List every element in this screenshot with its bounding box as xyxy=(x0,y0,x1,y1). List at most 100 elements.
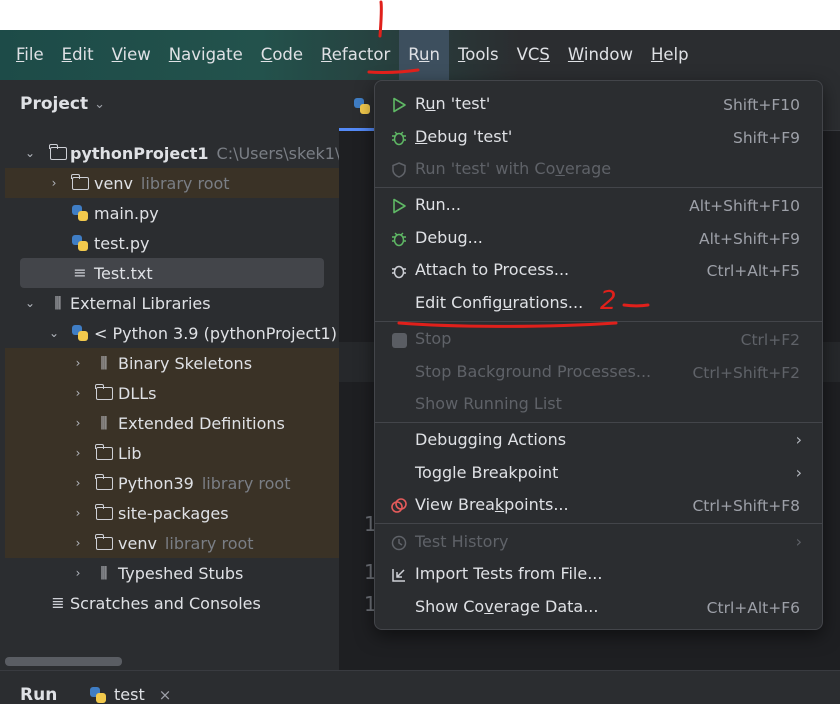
chevron-right-icon[interactable]: › xyxy=(71,566,85,580)
shortcut-label: Ctrl+Shift+F2 xyxy=(692,364,800,382)
menu-help[interactable]: Help xyxy=(642,30,698,80)
menu-edit[interactable]: Edit xyxy=(53,30,103,80)
chevron-right-icon[interactable]: › xyxy=(71,506,85,520)
run-play-icon xyxy=(390,96,408,114)
menu-item-view-breakpoints[interactable]: View Breakpoints... Ctrl+Shift+F8 xyxy=(375,490,822,522)
chevron-right-icon[interactable]: › xyxy=(71,416,85,430)
chevron-right-icon[interactable]: › xyxy=(71,356,85,370)
tree-item-venv[interactable]: › venv library root xyxy=(5,168,339,198)
tree-item-label: Typeshed Stubs xyxy=(118,563,244,583)
horizontal-scrollbar[interactable] xyxy=(5,657,122,666)
menu-item-run-dots[interactable]: Run... Alt+Shift+F10 xyxy=(375,190,822,222)
tree-item-pythonproject1[interactable]: ⌄ pythonProject1 C:\Users\skek1\F xyxy=(5,138,350,168)
tree-item-python39[interactable]: › Python39 library root xyxy=(5,468,339,498)
menu-item-run-with-coverage[interactable]: Run 'test' with Coverage xyxy=(375,154,822,186)
menu-vcs[interactable]: VCS xyxy=(508,30,559,80)
stop-icon xyxy=(390,331,408,349)
chevron-right-icon[interactable]: › xyxy=(71,536,85,550)
tree-item-typeshed-stubs[interactable]: › ⫼ Typeshed Stubs xyxy=(5,558,339,588)
shortcut-label: Alt+Shift+F9 xyxy=(699,230,800,248)
tree-item-label: site-packages xyxy=(118,503,229,523)
menu-item-show-coverage-data[interactable]: Show Coverage Data... Ctrl+Alt+F6 xyxy=(375,592,822,624)
shortcut-label: Ctrl+F2 xyxy=(740,331,800,349)
chevron-right-icon[interactable]: › xyxy=(71,386,85,400)
python-file-icon xyxy=(71,234,89,252)
tree-item-label: Lib xyxy=(118,443,142,463)
menu-item-run-test[interactable]: Run 'test' Shift+F10 xyxy=(375,89,822,121)
menu-window[interactable]: Window xyxy=(559,30,642,80)
tree-item-scratches[interactable]: ≣ Scratches and Consoles xyxy=(5,588,339,618)
library-icon: ⫼ xyxy=(100,564,108,582)
menu-view[interactable]: View xyxy=(103,30,160,80)
run-menu-dropdown: Run 'test' Shift+F10 Debug 'test' Shift+… xyxy=(374,80,823,630)
text-file-icon: ≡ xyxy=(73,263,87,282)
close-icon[interactable]: × xyxy=(159,686,172,704)
tree-item-label: Test.txt xyxy=(94,263,153,283)
menu-item-test-history[interactable]: Test History › xyxy=(375,527,822,559)
expand-arrow-icon[interactable]: ⌄ xyxy=(23,146,37,160)
menu-refactor[interactable]: Refactor xyxy=(312,30,399,80)
submenu-arrow-icon: › xyxy=(795,532,802,551)
library-icon: ⫼ xyxy=(100,414,108,432)
folder-icon xyxy=(94,383,113,402)
tree-item-sdk-venv[interactable]: › venv library root xyxy=(5,528,339,558)
python-file-icon xyxy=(90,686,106,703)
menu-run[interactable]: Run xyxy=(399,30,449,80)
tree-item-label: External Libraries xyxy=(70,293,211,313)
menu-code[interactable]: Code xyxy=(252,30,312,80)
project-title-label: Project xyxy=(20,94,89,114)
tree-item-test-txt[interactable]: ≡ Test.txt xyxy=(20,258,324,288)
tree-item-external-libraries[interactable]: ⌄ ⫼ External Libraries xyxy=(5,288,339,318)
menu-item-debug-dots[interactable]: Debug... Alt+Shift+F9 xyxy=(375,223,822,255)
tree-item-extended-definitions[interactable]: › ⫼ Extended Definitions xyxy=(5,408,339,438)
tree-item-label: Extended Definitions xyxy=(118,413,285,433)
python-file-icon xyxy=(354,98,370,114)
tree-item-lib[interactable]: › Lib xyxy=(5,438,339,468)
top-strip xyxy=(0,0,840,30)
tree-item-dlls[interactable]: › DLLs xyxy=(5,378,339,408)
expand-arrow-icon[interactable]: ⌄ xyxy=(23,296,37,310)
scratches-icon: ≣ xyxy=(51,593,65,612)
folder-icon xyxy=(94,443,113,462)
menu-separator xyxy=(375,187,822,188)
shortcut-label: Shift+F10 xyxy=(723,96,800,114)
menu-item-debugging-actions[interactable]: Debugging Actions › xyxy=(375,425,822,457)
chevron-right-icon[interactable]: › xyxy=(71,476,85,490)
menu-navigate[interactable]: Navigate xyxy=(160,30,252,80)
tree-item-python-sdk[interactable]: ⌄ < Python 3.9 (pythonProject1) > xyxy=(5,318,355,348)
tree-item-label: pythonProject1 xyxy=(70,143,209,163)
library-root-hint: library root xyxy=(164,533,254,553)
run-tab-test[interactable]: test × xyxy=(90,685,171,704)
editor-tab-test-py[interactable] xyxy=(339,80,379,131)
menu-item-import-tests[interactable]: Import Tests from File... xyxy=(375,559,822,591)
menu-item-stop[interactable]: Stop Ctrl+F2 xyxy=(375,324,822,356)
shortcut-label: Alt+Shift+F10 xyxy=(689,197,800,215)
submenu-arrow-icon: › xyxy=(795,463,802,482)
menu-item-edit-configurations[interactable]: Edit Configurations... xyxy=(375,288,822,320)
shortcut-label: Ctrl+Shift+F8 xyxy=(692,497,800,515)
tree-item-site-packages[interactable]: › site-packages xyxy=(5,498,339,528)
menu-separator xyxy=(375,422,822,423)
menu-item-attach-to-process[interactable]: Attach to Process... Ctrl+Alt+F5 xyxy=(375,255,822,287)
run-tool-title[interactable]: Run xyxy=(20,685,57,704)
expand-arrow-icon[interactable]: ⌄ xyxy=(47,326,61,340)
tree-item-label: venv xyxy=(118,533,157,553)
tree-item-label: Python39 xyxy=(118,473,194,493)
menu-item-toggle-breakpoint[interactable]: Toggle Breakpoint › xyxy=(375,458,822,490)
folder-icon xyxy=(94,503,113,522)
tree-item-test-py[interactable]: test.py xyxy=(5,228,339,258)
tree-item-main-py[interactable]: main.py xyxy=(5,198,339,228)
chevron-right-icon[interactable]: › xyxy=(47,176,61,190)
folder-icon xyxy=(94,533,113,552)
menu-item-show-running-list[interactable]: Show Running List xyxy=(375,389,822,421)
menu-item-debug-test[interactable]: Debug 'test' Shift+F9 xyxy=(375,122,822,154)
project-panel-title[interactable]: Project ⌄ xyxy=(20,94,105,114)
tree-item-label: DLLs xyxy=(118,383,157,403)
menu-tools[interactable]: Tools xyxy=(449,30,508,80)
menu-file[interactable]: File xyxy=(7,30,53,80)
chevron-right-icon[interactable]: › xyxy=(71,446,85,460)
python-file-icon xyxy=(71,204,89,222)
tree-item-binary-skeletons[interactable]: › ⫼ Binary Skeletons xyxy=(5,348,339,378)
chevron-down-icon: ⌄ xyxy=(94,96,105,112)
menu-item-stop-background[interactable]: Stop Background Processes... Ctrl+Shift+… xyxy=(375,357,822,389)
